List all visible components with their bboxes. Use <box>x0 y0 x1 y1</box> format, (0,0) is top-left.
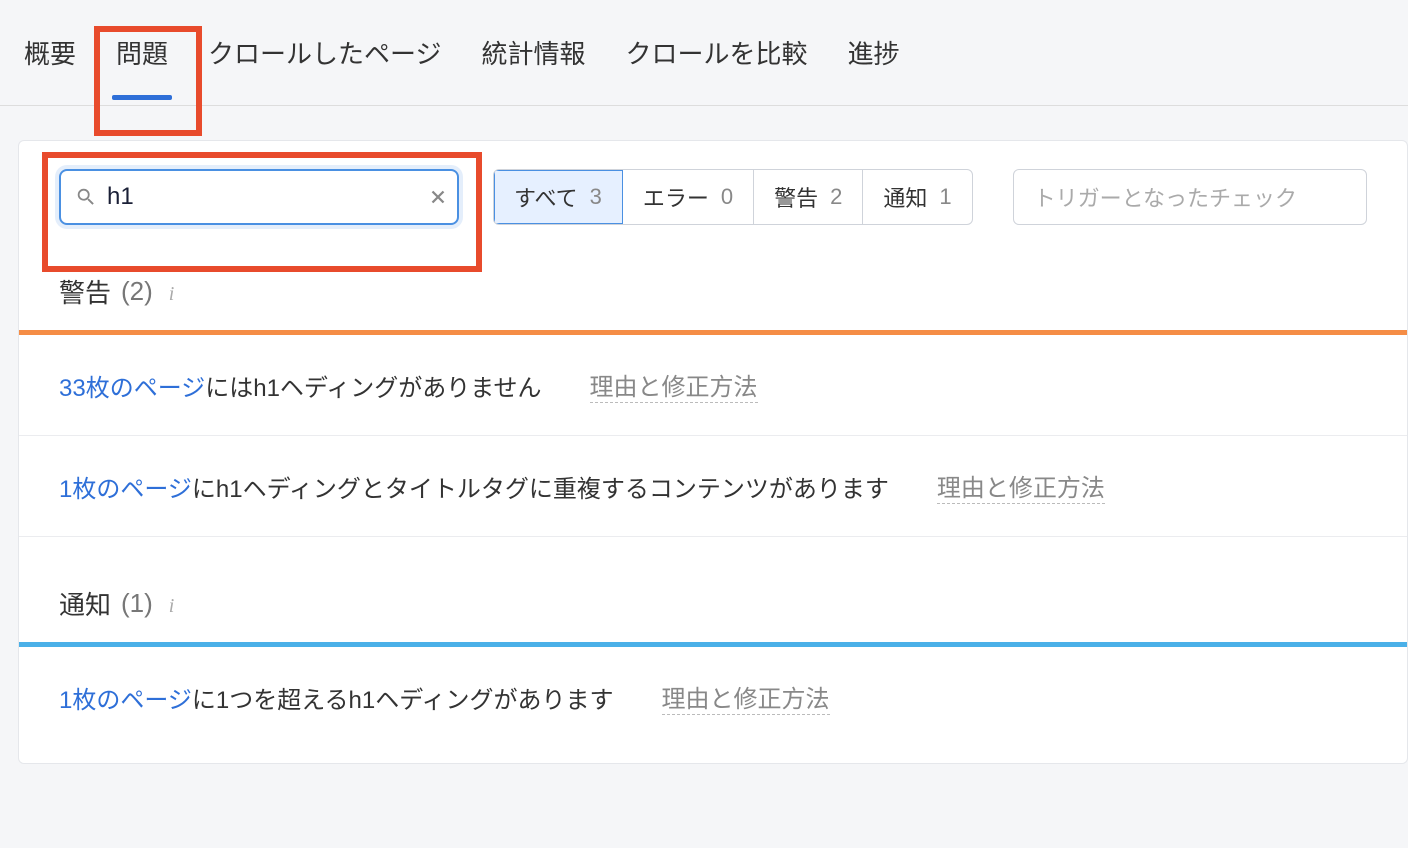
filter-warning-label: 警告 <box>774 181 818 213</box>
filter-notice-label: 通知 <box>883 181 927 213</box>
reason-and-fix-link[interactable]: 理由と修正方法 <box>937 468 1105 504</box>
tab-crawled-pages[interactable]: クロールしたページ <box>192 6 457 99</box>
search-icon <box>75 186 97 208</box>
filter-error[interactable]: エラー 0 <box>623 170 754 224</box>
filter-all-label: すべて <box>514 181 578 213</box>
issue-text: 1枚のページにh1ヘディングとタイトルタグに重複するコンテンツがあります <box>59 469 889 504</box>
issue-row-warning-1[interactable]: 33枚のページにはh1ヘディングがありません 理由と修正方法 <box>19 335 1407 436</box>
filter-all-count: 3 <box>590 184 602 210</box>
filter-warning-count: 2 <box>830 184 842 210</box>
search-input[interactable] <box>97 183 427 211</box>
issue-row-warning-2[interactable]: 1枚のページにh1ヘディングとタイトルタグに重複するコンテンツがあります 理由と… <box>19 436 1407 537</box>
filter-error-label: エラー <box>643 181 709 213</box>
filter-error-count: 0 <box>721 184 733 210</box>
reason-and-fix-link[interactable]: 理由と修正方法 <box>590 367 758 403</box>
filter-warning[interactable]: 警告 2 <box>754 170 863 224</box>
section-warning-count: (2) <box>121 276 153 307</box>
top-nav: 概要 問題 クロールしたページ 統計情報 クロールを比較 進捗 <box>0 0 1408 106</box>
issue-description: に1つを超えるh1ヘディングがあります <box>192 687 614 714</box>
tab-overview[interactable]: 概要 <box>8 6 92 99</box>
issue-link[interactable]: 33枚のページ <box>59 375 205 402</box>
issue-link[interactable]: 1枚のページ <box>59 476 192 503</box>
section-notice-title: 通知 <box>59 585 111 622</box>
issue-row-notice-1[interactable]: 1枚のページに1つを超えるh1ヘディングがあります 理由と修正方法 <box>19 647 1407 763</box>
reason-and-fix-link[interactable]: 理由と修正方法 <box>662 679 830 715</box>
filter-all[interactable]: すべて 3 <box>494 170 623 224</box>
tab-issues[interactable]: 問題 <box>100 6 184 99</box>
issue-text: 33枚のページにはh1ヘディングがありません <box>59 368 542 403</box>
info-icon[interactable]: i <box>169 283 187 301</box>
issues-panel: すべて 3 エラー 0 警告 2 通知 1 トリガーとなったチェック 警告 (2… <box>18 140 1408 764</box>
issue-text: 1枚のページに1つを超えるh1ヘディングがあります <box>59 680 614 715</box>
search-field-wrapper[interactable] <box>59 169 459 225</box>
issue-description: にはh1ヘディングがありません <box>205 375 541 402</box>
tab-compare-crawls[interactable]: クロールを比較 <box>610 6 824 99</box>
issue-description: にh1ヘディングとタイトルタグに重複するコンテンツがあります <box>192 476 889 503</box>
section-header-warning: 警告 (2) i <box>19 225 1407 330</box>
section-header-notice: 通知 (1) i <box>19 537 1407 642</box>
issue-link[interactable]: 1枚のページ <box>59 687 192 714</box>
tab-progress[interactable]: 進捗 <box>832 6 916 99</box>
filter-notice-count: 1 <box>939 184 951 210</box>
tab-statistics[interactable]: 統計情報 <box>466 6 602 99</box>
trigger-check-dropdown[interactable]: トリガーとなったチェック <box>1013 169 1367 225</box>
section-notice-count: (1) <box>121 588 153 619</box>
controls-row: すべて 3 エラー 0 警告 2 通知 1 トリガーとなったチェック <box>19 141 1407 225</box>
filter-segment-group: すべて 3 エラー 0 警告 2 通知 1 <box>493 169 973 225</box>
section-warning-title: 警告 <box>59 273 111 310</box>
info-icon[interactable]: i <box>169 595 187 613</box>
filter-notice[interactable]: 通知 1 <box>863 170 971 224</box>
clear-icon[interactable] <box>427 186 449 208</box>
